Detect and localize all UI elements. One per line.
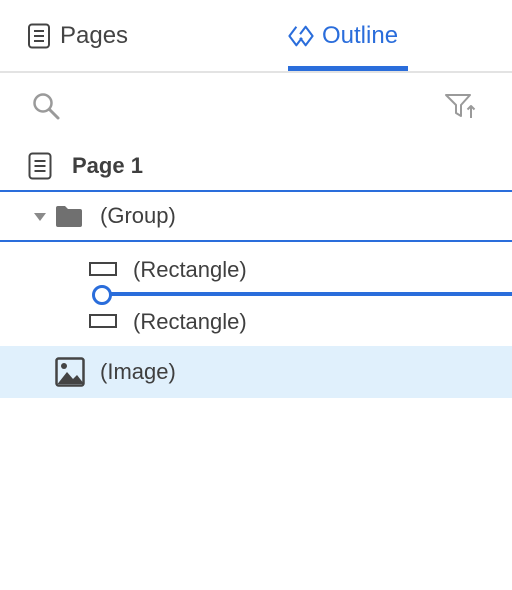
outline-item-rectangle[interactable]: (Rectangle) [0,296,512,348]
outline-page-row[interactable]: Page 1 [0,140,512,192]
outline-item-label: (Group) [100,203,176,228]
filter-button[interactable] [442,88,478,124]
outline-item-label: (Rectangle) [133,257,247,282]
search-button[interactable] [28,88,64,124]
tab-outline[interactable]: Outline [288,0,408,72]
outline-item-label: (Rectangle) [133,309,247,334]
outline-panel: Pages Outline Page 1 (Group) (Rectangle)… [0,0,512,590]
active-tab-indicator [288,66,408,71]
page-icon [28,152,52,180]
chevron-down-icon[interactable] [32,210,48,224]
filter-sort-icon [445,94,476,118]
rectangle-icon [89,314,117,328]
search-icon [33,93,60,120]
pages-icon [26,23,52,49]
page-label: Page 1 [72,153,143,178]
panel-tabs: Pages Outline [0,0,512,73]
outline-icon [288,23,314,49]
folder-icon [56,206,82,227]
tab-pages[interactable]: Pages [26,0,136,72]
tab-outline-label: Outline [322,22,399,49]
tab-pages-label: Pages [60,22,129,49]
outline-item-label: (Image) [100,359,176,384]
outline-item-group[interactable]: (Group) [0,190,512,242]
outline-item-image[interactable]: (Image) [0,346,512,398]
rectangle-icon [89,262,117,276]
image-icon [55,357,85,387]
